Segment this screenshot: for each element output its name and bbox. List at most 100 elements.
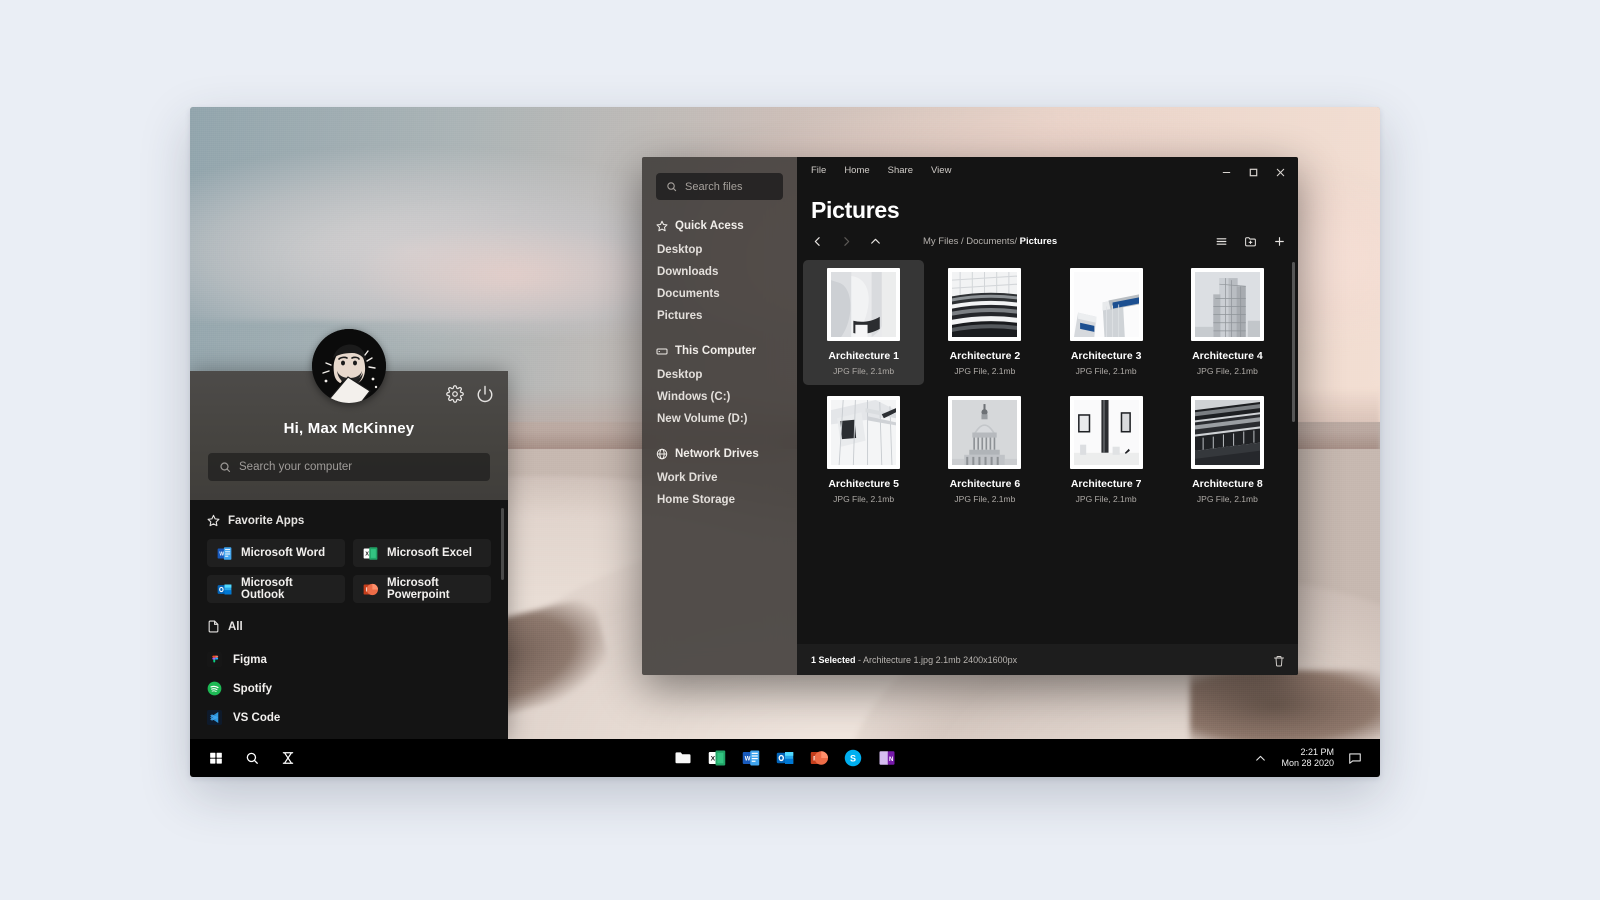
onenote-icon[interactable]: N xyxy=(878,749,896,767)
breadcrumb[interactable]: My Files / Documents/ Pictures xyxy=(923,236,1057,247)
new-folder-icon[interactable] xyxy=(1244,235,1257,248)
app-figma[interactable]: Figma xyxy=(207,645,491,674)
up-icon[interactable] xyxy=(869,235,882,248)
file-meta: JPG File, 2.1mb xyxy=(954,494,1016,504)
minimize-icon[interactable] xyxy=(1221,165,1232,176)
all-apps-label: All xyxy=(228,620,243,633)
favorite-apps-header: Favorite Apps xyxy=(207,514,491,527)
file-name: Architecture 3 xyxy=(1070,350,1142,362)
svg-text:X: X xyxy=(365,551,369,557)
file-name: Architecture 4 xyxy=(1192,350,1263,362)
thumbnail xyxy=(1190,268,1264,341)
gear-icon[interactable] xyxy=(446,385,464,403)
favorite-app-label: Microsoft Word xyxy=(241,547,326,559)
sidebar-item-downloads[interactable]: Downloads xyxy=(656,261,783,283)
file-tile-architecture-2[interactable]: Architecture 2 JPG File, 2.1mb xyxy=(924,260,1045,385)
favorite-app-word[interactable]: W Microsoft Word xyxy=(207,539,345,567)
power-icon[interactable] xyxy=(476,385,494,403)
notification-icon[interactable] xyxy=(1348,751,1362,765)
svg-text:N: N xyxy=(889,757,893,763)
file-meta: JPG File, 2.1mb xyxy=(1196,494,1258,504)
svg-text:S: S xyxy=(850,753,856,763)
thumbnail xyxy=(1069,268,1143,341)
favorite-app-excel[interactable]: X Microsoft Excel xyxy=(353,539,491,567)
all-apps-list: Figma Spotify VS Code xyxy=(207,645,491,732)
file-explorer-window: Search files Quick Acess Desktop Downloa… xyxy=(642,157,1298,675)
excel-icon[interactable]: X xyxy=(708,749,726,767)
explorer-status-bar: 1 Selected - Architecture 1.jpg 2.1mb 24… xyxy=(797,644,1298,675)
breadcrumb-current: Pictures xyxy=(1019,236,1058,247)
svg-text:W: W xyxy=(745,756,751,762)
avatar xyxy=(312,329,386,403)
svg-text:X: X xyxy=(711,756,716,763)
file-name: Architecture 5 xyxy=(828,478,899,490)
forward-icon[interactable] xyxy=(840,235,853,248)
start-menu-search-input[interactable]: Search your computer xyxy=(208,453,490,481)
menu-item-share[interactable]: Share xyxy=(888,165,913,176)
chevron-up-icon[interactable] xyxy=(1254,752,1267,765)
outlook-icon xyxy=(217,582,232,597)
sidebar-item-windows-c[interactable]: Windows (C:) xyxy=(656,386,783,408)
explorer-titlebar: File Home Share View xyxy=(797,157,1298,184)
task-view-icon[interactable] xyxy=(281,751,295,765)
thumbnail xyxy=(1190,396,1264,469)
windows-start-icon[interactable] xyxy=(209,751,223,765)
search-icon[interactable] xyxy=(245,751,259,765)
file-tile-architecture-4[interactable]: Architecture 4 JPG File, 2.1mb xyxy=(1167,260,1288,385)
powerpoint-icon[interactable]: P xyxy=(810,749,828,767)
file-tile-architecture-5[interactable]: Architecture 5 JPG File, 2.1mb xyxy=(803,388,924,513)
outlook-icon[interactable] xyxy=(776,749,794,767)
skype-icon[interactable]: S xyxy=(844,749,862,767)
favorite-app-powerpoint[interactable]: P Microsoft Powerpoint xyxy=(353,575,491,603)
explorer-menubar: File Home Share View xyxy=(811,165,951,176)
word-icon[interactable]: W xyxy=(742,749,760,767)
file-search-input[interactable]: Search files xyxy=(656,173,783,200)
file-meta: JPG File, 2.1mb xyxy=(1075,494,1137,504)
sidebar-item-documents[interactable]: Documents xyxy=(656,283,783,305)
clock[interactable]: 2:21 PM Mon 28 2020 xyxy=(1281,747,1334,770)
app-vscode[interactable]: VS Code xyxy=(207,703,491,732)
file-tile-architecture-8[interactable]: Architecture 8 JPG File, 2.1mb xyxy=(1167,388,1288,513)
sidebar-item-home-storage[interactable]: Home Storage xyxy=(656,489,783,511)
file-name: Architecture 1 xyxy=(828,350,899,362)
file-tile-architecture-6[interactable]: Architecture 6 JPG File, 2.1mb xyxy=(924,388,1045,513)
start-menu-search-placeholder: Search your computer xyxy=(239,461,353,473)
close-icon[interactable] xyxy=(1275,165,1286,177)
file-tile-architecture-7[interactable]: Architecture 7 JPG File, 2.1mb xyxy=(1046,388,1167,513)
file-tile-architecture-3[interactable]: Architecture 3 JPG File, 2.1mb xyxy=(1046,260,1167,385)
back-icon[interactable] xyxy=(811,235,824,248)
maximize-icon[interactable] xyxy=(1248,165,1259,177)
sidebar-item-desktop[interactable]: Desktop xyxy=(656,239,783,261)
start-menu-scrollbar[interactable] xyxy=(501,508,504,580)
file-grid: Architecture 1 JPG File, 2.1mb Architect… xyxy=(797,260,1298,644)
menu-item-file[interactable]: File xyxy=(811,165,826,176)
status-text: 1 Selected - Architecture 1.jpg 2.1mb 24… xyxy=(811,655,1017,665)
trash-icon[interactable] xyxy=(1273,654,1285,666)
file-grid-scrollbar[interactable] xyxy=(1292,262,1295,422)
add-icon[interactable] xyxy=(1273,235,1286,248)
explorer-main: File Home Share View Pictures My Files /… xyxy=(797,157,1298,675)
clock-date: Mon 28 2020 xyxy=(1281,758,1334,768)
sidebar-item-pictures[interactable]: Pictures xyxy=(656,305,783,327)
menu-item-view[interactable]: View xyxy=(931,165,951,176)
app-spotify[interactable]: Spotify xyxy=(207,674,491,703)
start-menu-header: Hi, Max McKinney Search your computer xyxy=(190,329,508,500)
sidebar-item-new-volume-d[interactable]: New Volume (D:) xyxy=(656,408,783,430)
sidebar-group-this-computer: This Computer xyxy=(656,345,783,357)
thumbnail xyxy=(827,268,901,341)
list-view-icon[interactable] xyxy=(1215,235,1228,248)
drive-icon xyxy=(656,345,668,357)
breadcrumb-prefix: My Files / Documents/ xyxy=(923,236,1020,247)
favorite-app-outlook[interactable]: Microsoft Outlook xyxy=(207,575,345,603)
figma-icon xyxy=(207,652,222,667)
file-tile-architecture-1[interactable]: Architecture 1 JPG File, 2.1mb xyxy=(803,260,925,385)
sidebar-item-computer-desktop[interactable]: Desktop xyxy=(656,364,783,386)
file-search-placeholder: Search files xyxy=(685,180,743,193)
clock-time: 2:21 PM xyxy=(1300,746,1334,757)
file-explorer-icon[interactable] xyxy=(674,749,692,767)
selected-detail: - Architecture 1.jpg 2.1mb 2400x1600px xyxy=(855,654,1018,665)
app-label: Figma xyxy=(233,653,267,666)
menu-item-home[interactable]: Home xyxy=(844,165,869,176)
sidebar-item-work-drive[interactable]: Work Drive xyxy=(656,467,783,489)
thumbnail xyxy=(1069,396,1143,469)
